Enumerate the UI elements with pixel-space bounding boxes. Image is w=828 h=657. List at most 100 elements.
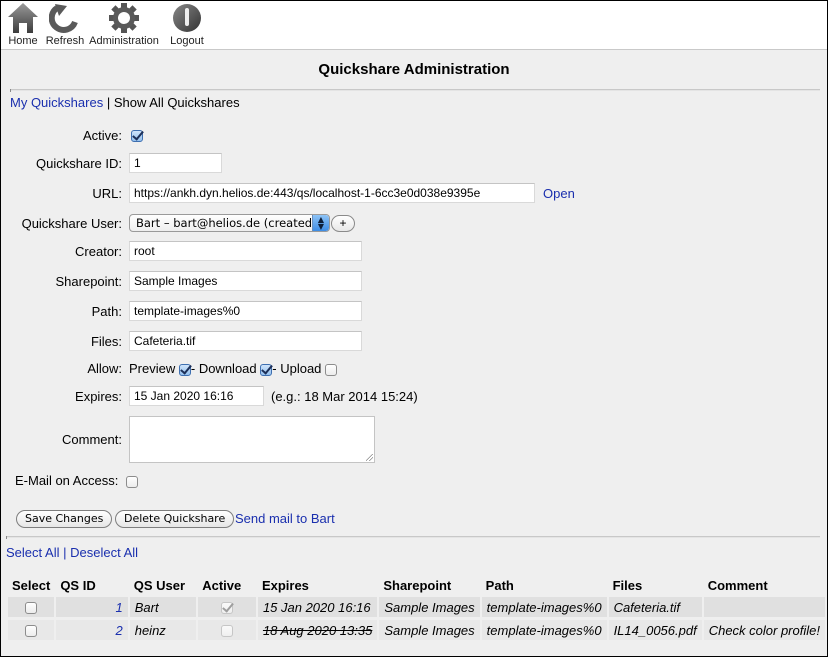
qs-user-cell: Bart: [129, 597, 197, 617]
col-active[interactable]: Active: [198, 576, 256, 594]
refresh-label: Refresh: [45, 35, 85, 47]
gear-icon: [109, 3, 139, 33]
selection-links: Select All | Deselect All: [6, 545, 138, 560]
expires-hint: (e.g.: 18 Mar 2014 15:24): [271, 389, 418, 404]
selection-separator: |: [63, 545, 67, 560]
divider: [10, 89, 820, 92]
row-select-checkbox[interactable]: [25, 602, 38, 615]
expires-field[interactable]: 15 Jan 2020 16:16: [129, 386, 264, 406]
active-checkbox[interactable]: [131, 130, 143, 142]
logout-button[interactable]: Logout: [169, 1, 205, 47]
quickshare-user-select[interactable]: Bart – bart@helios.de (created b ▲ ▼: [129, 214, 330, 232]
qs-id-link[interactable]: 2: [115, 623, 122, 638]
power-icon: [173, 4, 201, 32]
home-label: Home: [8, 35, 38, 47]
home-icon: [8, 3, 38, 33]
files-label: Files:: [90, 334, 122, 349]
allow-label: Allow:: [87, 361, 122, 376]
email-on-access-checkbox[interactable]: [125, 475, 138, 488]
administration-button[interactable]: Administration: [89, 1, 159, 47]
select-cell: [8, 597, 55, 617]
creator-field[interactable]: root: [129, 241, 362, 261]
select-all-link[interactable]: Select All: [6, 545, 59, 560]
active-label: Active:: [82, 128, 122, 143]
quickshare-admin-window: Home Refresh Administration Logout Quick…: [0, 0, 828, 657]
quickshare-id-field[interactable]: 1: [129, 153, 222, 173]
row-select-checkbox[interactable]: [25, 625, 38, 638]
download-label: - Download: [190, 361, 257, 376]
select-arrows-icon: ▲ ▼: [312, 215, 329, 231]
preview-label: Preview: [129, 361, 176, 376]
quickshare-id-label: Quickshare ID:: [36, 156, 122, 171]
resize-handle-icon[interactable]: [366, 454, 373, 461]
files-cell: IL14_0056.pdf: [608, 620, 702, 640]
comment-cell: Check color profile!: [703, 620, 825, 640]
save-changes-button[interactable]: Save Changes: [16, 510, 113, 528]
qs-id-link[interactable]: 1: [115, 600, 122, 615]
expires-cell: 15 Jan 2020 16:16: [257, 597, 378, 617]
comment-label: Comment:: [62, 432, 122, 447]
upload-checkbox[interactable]: [325, 363, 338, 376]
sharepoint-cell: Sample Images: [379, 620, 480, 640]
logout-label: Logout: [170, 35, 204, 47]
show-all-quickshares-link[interactable]: Show All Quickshares: [114, 95, 240, 110]
col-expires[interactable]: Expires: [258, 576, 377, 594]
col-comment[interactable]: Comment: [704, 576, 825, 594]
my-quickshares-link[interactable]: My Quickshares: [10, 95, 103, 110]
send-mail-link[interactable]: Send mail to Bart: [235, 511, 335, 526]
quickshare-user-label: Quickshare User:: [21, 216, 122, 231]
sharepoint-label: Sharepoint:: [55, 274, 123, 289]
expires-cell-expired: 18 Aug 2020 13:35: [257, 620, 378, 640]
comment-cell: [703, 597, 825, 617]
download-checkbox[interactable]: [260, 363, 273, 376]
home-button[interactable]: Home: [7, 1, 39, 47]
table-row: 2 heinz 18 Aug 2020 13:35 Sample Images …: [8, 620, 825, 640]
col-path[interactable]: Path: [482, 576, 607, 594]
nav-separator: |: [106, 95, 111, 110]
administration-label: Administration: [89, 35, 159, 47]
comment-textarea[interactable]: [129, 416, 375, 463]
creator-label: Creator:: [75, 244, 122, 259]
row-active-checkbox: [221, 602, 234, 615]
col-files[interactable]: Files: [609, 576, 702, 594]
email-on-access-row: E-Mail on Access:: [15, 473, 138, 488]
col-select[interactable]: Select: [8, 576, 54, 594]
expires-label: Expires:: [75, 389, 122, 404]
deselect-all-link[interactable]: Deselect All: [70, 545, 138, 560]
table-row: 1 Bart 15 Jan 2020 16:16 Sample Images t…: [8, 597, 825, 617]
path-cell: template-images%0: [481, 620, 607, 640]
upload-label: - Upload: [272, 361, 322, 376]
active-cell: [198, 620, 256, 640]
col-qs-id[interactable]: QS ID: [56, 576, 127, 594]
open-url-link[interactable]: Open: [543, 186, 575, 201]
sharepoint-field[interactable]: Sample Images: [129, 271, 362, 291]
email-on-access-label: E-Mail on Access:: [15, 473, 119, 488]
path-label: Path:: [91, 304, 122, 319]
toolbar: Home Refresh Administration Logout: [1, 1, 827, 50]
quickshares-table: Select QS ID QS User Active Expires Shar…: [6, 573, 827, 643]
path-cell: template-images%0: [481, 597, 607, 617]
files-cell: Cafeteria.tif: [608, 597, 702, 617]
path-field[interactable]: template-images%0: [129, 301, 362, 321]
delete-quickshare-button[interactable]: Delete Quickshare: [115, 510, 235, 528]
table-header-row: Select QS ID QS User Active Expires Shar…: [8, 576, 825, 594]
quickshare-filter-nav: My Quickshares | Show All Quickshares: [10, 95, 240, 110]
divider: [6, 536, 820, 539]
active-cell: [198, 597, 256, 617]
quickshare-user-selected: Bart – bart@helios.de (created b: [136, 216, 324, 230]
select-cell: [8, 620, 55, 640]
page-title: Quickshare Administration: [318, 61, 510, 78]
row-active-checkbox: [221, 625, 234, 638]
col-qs-user[interactable]: QS User: [130, 576, 197, 594]
qs-user-cell: heinz: [129, 620, 197, 640]
col-sharepoint[interactable]: Sharepoint: [379, 576, 479, 594]
preview-checkbox[interactable]: [178, 363, 191, 376]
url-label: URL:: [92, 186, 122, 201]
allow-options: Preview - Download - Upload: [129, 361, 338, 376]
files-field[interactable]: Cafeteria.tif: [129, 331, 362, 351]
refresh-button[interactable]: Refresh: [45, 1, 85, 47]
sharepoint-cell: Sample Images: [379, 597, 480, 617]
add-user-button[interactable]: +: [331, 215, 355, 232]
url-field[interactable]: https://ankh.dyn.helios.de:443/qs/localh…: [129, 183, 535, 203]
refresh-icon: [49, 4, 78, 33]
